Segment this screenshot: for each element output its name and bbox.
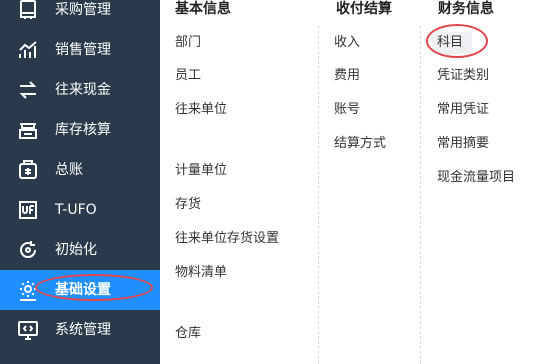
- menu-item-subject[interactable]: 科目: [437, 34, 463, 52]
- system-icon: [16, 318, 40, 342]
- sidebar-item-tufo[interactable]: T-UFO: [0, 190, 160, 230]
- sales-chart-icon: [16, 38, 40, 62]
- sidebar-item-init[interactable]: 初始化: [0, 230, 160, 270]
- menu-item-expense[interactable]: 费用: [334, 67, 360, 85]
- purchase-icon: [16, 0, 40, 22]
- ufo-icon: [16, 198, 40, 222]
- ledger-icon: [16, 158, 40, 182]
- sidebar-item-basic-settings[interactable]: 基础设置: [0, 270, 160, 310]
- sidebar-item-inventory[interactable]: 库存核算: [0, 110, 160, 150]
- menu-item-common-summary[interactable]: 常用摘要: [437, 135, 489, 153]
- column-divider: [318, 26, 319, 364]
- menu-item-employee[interactable]: 员工: [175, 67, 201, 85]
- column-divider: [420, 26, 421, 364]
- menu-item-department[interactable]: 部门: [175, 34, 201, 52]
- sidebar-item-sales[interactable]: 销售管理: [0, 30, 160, 70]
- sidebar-item-label: 系统管理: [55, 322, 111, 338]
- settings-gear-icon: [16, 278, 40, 302]
- sidebar-item-label: 采购管理: [55, 2, 111, 18]
- sidebar-item-purchase[interactable]: 采购管理: [0, 0, 160, 30]
- menu-item-partner[interactable]: 往来单位: [175, 101, 227, 119]
- menu-item-bom[interactable]: 物料清单: [175, 264, 227, 282]
- menu-item-account[interactable]: 账号: [334, 101, 360, 119]
- sidebar-item-label: 库存核算: [55, 122, 111, 138]
- menu-item-cashflow-item[interactable]: 现金流量项目: [437, 169, 515, 187]
- init-icon: [16, 238, 40, 262]
- sidebar-item-label: 往来现金: [55, 82, 111, 98]
- column-title-basic-info: 基本信息: [175, 1, 231, 17]
- sidebar-item-label: 基础设置: [55, 282, 111, 298]
- menu-item-income[interactable]: 收入: [334, 34, 360, 52]
- menu-item-voucher-type[interactable]: 凭证类别: [437, 67, 489, 85]
- sidebar: 采购管理 销售管理 往来现金 库存核算 总账 T-UFO 初始化 基础设置 系统…: [0, 0, 160, 364]
- column-title-settlement: 收付结算: [336, 1, 392, 17]
- sidebar-item-cash[interactable]: 往来现金: [0, 70, 160, 110]
- sidebar-item-ledger[interactable]: 总账: [0, 150, 160, 190]
- menu-item-partner-stock-settings[interactable]: 往来单位存货设置: [175, 230, 279, 248]
- menu-item-settlement-method[interactable]: 结算方式: [334, 135, 386, 153]
- column-title-finance: 财务信息: [438, 1, 494, 17]
- sidebar-item-label: T-UFO: [55, 202, 97, 218]
- sidebar-item-label: 销售管理: [55, 42, 111, 58]
- inventory-icon: [16, 118, 40, 142]
- menu-item-unit[interactable]: 计量单位: [175, 162, 227, 180]
- sidebar-item-system[interactable]: 系统管理: [0, 310, 160, 350]
- menu-item-warehouse[interactable]: 仓库: [175, 325, 201, 343]
- menu-item-common-voucher[interactable]: 常用凭证: [437, 101, 489, 119]
- exchange-icon: [16, 78, 40, 102]
- sidebar-item-label: 总账: [55, 162, 83, 178]
- menu-item-stock[interactable]: 存货: [175, 196, 201, 214]
- sidebar-item-label: 初始化: [55, 242, 97, 258]
